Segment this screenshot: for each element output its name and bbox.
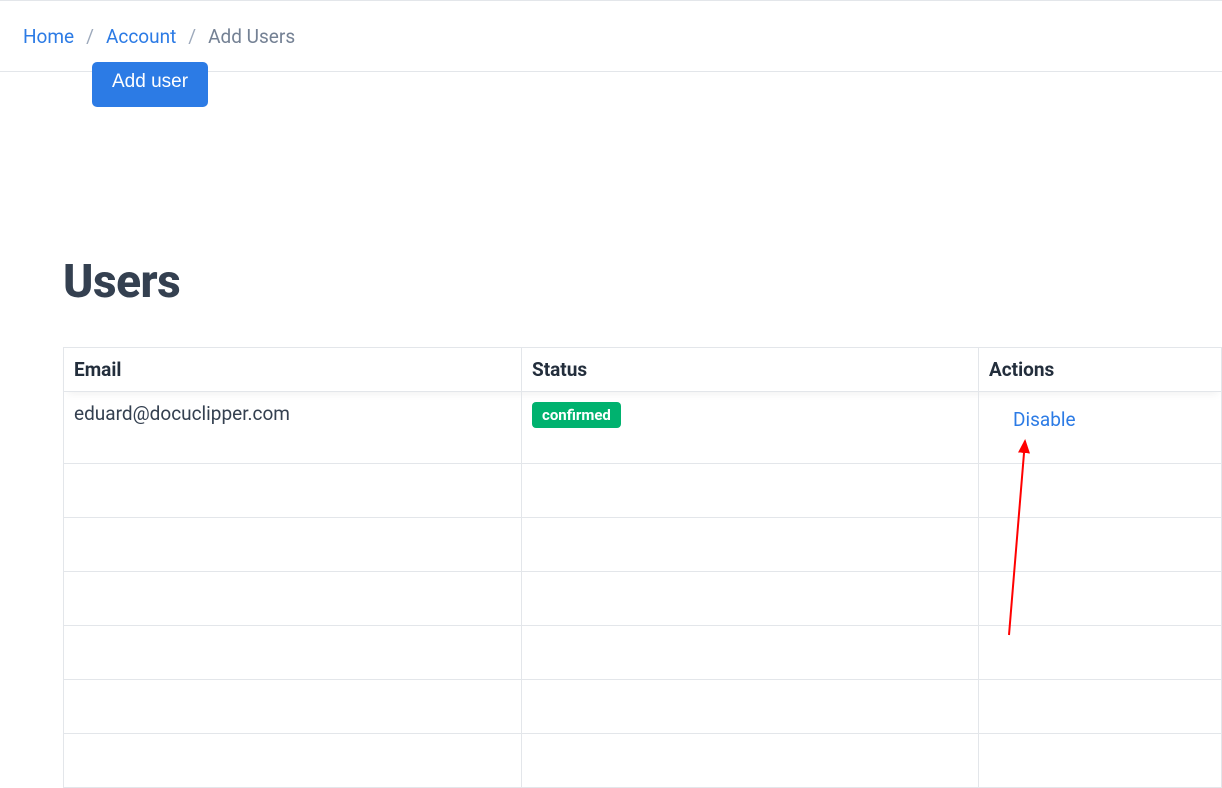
table-row-empty [64, 572, 1222, 626]
users-table-wrap: Email Status Actions eduard@docuclipper.… [63, 347, 1222, 788]
add-user-button[interactable]: Add user [92, 62, 208, 107]
breadcrumb-separator: / [188, 25, 196, 48]
content-area: Add user Users Email Status Actions edua… [0, 72, 1222, 788]
table-header-status: Status [522, 348, 979, 392]
breadcrumb-separator: / [86, 25, 94, 48]
table-header-actions: Actions [979, 348, 1222, 392]
disable-user-link[interactable]: Disable [1013, 408, 1076, 431]
breadcrumb-account-link[interactable]: Account [106, 25, 176, 48]
table-header-row: Email Status Actions [64, 348, 1222, 392]
table-header-email: Email [64, 348, 522, 392]
page-title: Users [63, 255, 1222, 309]
table-row: eduard@docuclipper.com confirmed Disable [64, 392, 1222, 464]
table-row-empty [64, 518, 1222, 572]
breadcrumb-current: Add Users [208, 25, 295, 48]
table-row-empty [64, 680, 1222, 734]
table-row-empty [64, 464, 1222, 518]
table-row-empty [64, 626, 1222, 680]
breadcrumb-home-link[interactable]: Home [23, 25, 74, 48]
cell-status: confirmed [522, 392, 979, 464]
cell-actions: Disable [979, 392, 1222, 464]
cell-email: eduard@docuclipper.com [64, 392, 522, 464]
breadcrumb: Home / Account / Add Users [23, 25, 295, 48]
status-badge: confirmed [532, 402, 621, 428]
table-row-empty [64, 734, 1222, 788]
users-table: Email Status Actions eduard@docuclipper.… [63, 347, 1222, 788]
